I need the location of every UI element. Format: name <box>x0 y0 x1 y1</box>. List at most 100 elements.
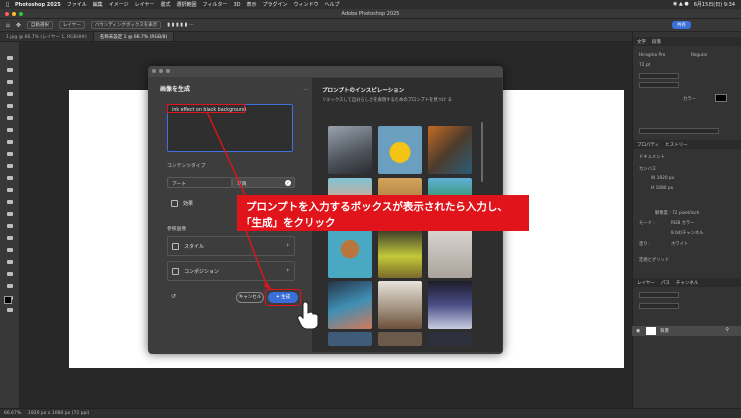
inspiration-thumb-8[interactable] <box>378 230 422 278</box>
menu-help[interactable]: ヘルプ <box>325 1 340 8</box>
inspiration-thumb-3[interactable] <box>428 126 472 174</box>
menu-file[interactable]: ファイル <box>67 1 87 8</box>
bit-depth-select[interactable]: 8 bit/チャンネル <box>671 230 704 236</box>
color-label: カラー <box>683 97 696 102</box>
cancel-button[interactable]: キャンセル <box>236 292 264 303</box>
menu-3d[interactable]: 3D <box>233 2 240 8</box>
mode-select[interactable]: RGB カラー <box>671 220 695 226</box>
inspiration-thumb-14[interactable] <box>378 332 422 346</box>
dialog-title-bar <box>148 66 503 77</box>
more-options-icon[interactable]: ... <box>303 86 308 92</box>
tab-document-2[interactable]: 名称未設定 1 @ 66.7% (RGB/8) <box>93 32 175 41</box>
inspiration-thumb-15[interactable] <box>428 332 472 346</box>
more-tools-icon[interactable] <box>5 306 15 314</box>
crop-tool-icon[interactable] <box>5 102 15 110</box>
blend-mode-select[interactable] <box>639 303 679 309</box>
inspiration-thumb-13[interactable] <box>328 332 372 346</box>
status-icons[interactable]: ◉ ▲ ● <box>673 1 689 8</box>
menu-app-name[interactable]: Photoshop 2025 <box>15 2 61 8</box>
healing-tool-icon[interactable] <box>5 138 15 146</box>
marquee-tool-icon[interactable] <box>5 66 15 74</box>
move-tool-icon[interactable] <box>5 54 15 62</box>
tab-document-1[interactable]: 1.jpg @ 66.7% (レイヤー 1, RGB/8#) <box>0 32 94 41</box>
frame-tool-icon[interactable] <box>5 114 15 122</box>
eye-icon[interactable]: ◉ <box>636 328 640 334</box>
composition-label: コンポジション <box>184 269 220 275</box>
text-color-swatch[interactable] <box>715 94 727 102</box>
inspiration-thumb-7[interactable] <box>328 230 372 278</box>
align-icons[interactable]: ▮ ▮ ▮ ▮ ▮ ⋯ <box>167 22 194 28</box>
eraser-tool-icon[interactable] <box>5 186 15 194</box>
prompt-highlight-box <box>167 104 245 113</box>
bounding-box-checkbox[interactable]: バウンディングボックスを表示 <box>90 21 162 29</box>
menu-view[interactable]: 表示 <box>246 1 256 8</box>
layer-row-background[interactable]: ◉ 背景 ⚲ <box>632 326 741 336</box>
content-type-art[interactable]: アート <box>167 177 232 188</box>
auto-select-checkbox[interactable]: 自動選択 <box>26 21 53 29</box>
brush-tool-icon[interactable] <box>5 150 15 158</box>
menu-layer[interactable]: レイヤー <box>135 1 155 8</box>
menu-select[interactable]: 選択範囲 <box>177 1 197 8</box>
move-tool-icon[interactable]: ✥ <box>16 22 21 29</box>
canvas-width-field[interactable]: W 1920 px <box>651 176 674 182</box>
home-icon[interactable]: ⌂ <box>6 22 10 29</box>
reset-icon[interactable]: ↺ <box>171 293 176 300</box>
chevron-right-icon: › <box>286 266 289 274</box>
pen-tool-icon[interactable] <box>5 234 15 242</box>
menu-image[interactable]: イメージ <box>109 1 129 8</box>
inspiration-thumb-12[interactable] <box>428 281 472 329</box>
kerning-field[interactable] <box>639 73 679 79</box>
tab-history[interactable]: ヒストリー <box>665 142 688 148</box>
font-family-select[interactable]: Hiragino Pro <box>639 53 665 59</box>
inspiration-thumb-9[interactable] <box>428 230 472 278</box>
type-tool-icon[interactable] <box>5 246 15 254</box>
menu-plugins[interactable]: プラグイン <box>263 1 288 8</box>
layer-filter-field[interactable] <box>639 292 679 298</box>
font-style-select[interactable]: Regular <box>691 53 707 59</box>
dialog-zoom-button[interactable] <box>166 69 170 73</box>
hand-tool-icon[interactable] <box>5 282 15 290</box>
shape-tool-icon[interactable] <box>5 270 15 278</box>
lasso-tool-icon[interactable] <box>5 78 15 86</box>
style-row[interactable]: スタイル › <box>167 236 295 256</box>
blur-tool-icon[interactable] <box>5 210 15 218</box>
language-select[interactable] <box>639 128 719 134</box>
tab-paragraph[interactable]: 段落 <box>652 39 661 45</box>
content-type-photo[interactable]: 写真 ✓ <box>232 177 295 188</box>
composition-row[interactable]: コンポジション › <box>167 261 295 281</box>
dialog-minimize-button[interactable] <box>159 69 163 73</box>
inspiration-scrollbar[interactable] <box>481 122 483 182</box>
share-button[interactable]: 共有 <box>672 21 691 29</box>
menu-edit[interactable]: 編集 <box>93 1 103 8</box>
history-brush-tool-icon[interactable] <box>5 174 15 182</box>
eyedropper-tool-icon[interactable] <box>5 126 15 134</box>
inspiration-thumb-10[interactable] <box>328 281 372 329</box>
apple-icon[interactable]:  <box>6 2 9 8</box>
tab-properties[interactable]: プロパティ <box>637 142 659 148</box>
font-size-field[interactable]: 72 pt <box>639 63 650 69</box>
tab-channels[interactable]: チャンネル <box>676 280 698 286</box>
dialog-close-button[interactable] <box>152 69 156 73</box>
inspiration-thumb-11[interactable] <box>378 281 422 329</box>
canvas-height-field[interactable]: H 1080 px <box>651 186 673 192</box>
effects-row[interactable]: 効果 <box>167 194 242 214</box>
zoom-level[interactable]: 66.67% <box>4 411 21 416</box>
dodge-tool-icon[interactable] <box>5 222 15 230</box>
tab-character[interactable]: 文字 <box>637 39 646 45</box>
tracking-field[interactable] <box>639 82 679 88</box>
object-select-tool-icon[interactable] <box>5 90 15 98</box>
layer-select[interactable]: レイヤー <box>58 21 85 29</box>
menu-clock[interactable]: 6月15日(日) 9:34 <box>694 1 735 8</box>
foreground-color-swatch[interactable] <box>4 296 12 304</box>
stamp-tool-icon[interactable] <box>5 162 15 170</box>
tab-layers[interactable]: レイヤー <box>637 280 655 286</box>
path-select-tool-icon[interactable] <box>5 258 15 266</box>
gradient-tool-icon[interactable] <box>5 198 15 206</box>
menu-filter[interactable]: フィルター <box>203 1 228 8</box>
fill-select[interactable]: ホワイト <box>671 241 688 247</box>
inspiration-thumb-1[interactable] <box>328 126 372 174</box>
menu-window[interactable]: ウィンドウ <box>294 1 319 8</box>
menu-type[interactable]: 書式 <box>161 1 171 8</box>
tab-paths[interactable]: パス <box>661 280 670 286</box>
inspiration-thumb-2[interactable] <box>378 126 422 174</box>
